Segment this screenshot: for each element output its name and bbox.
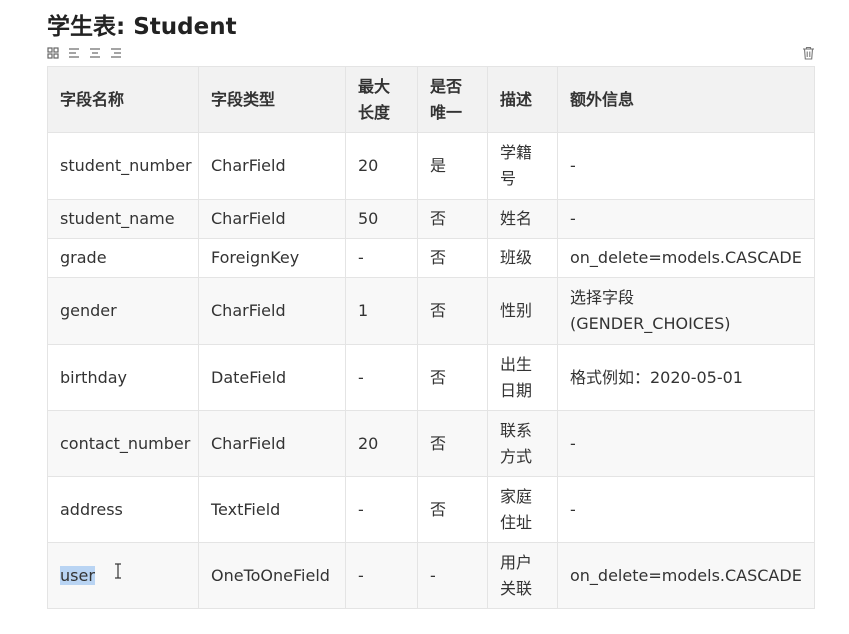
table-row: contact_number CharField 20 否 联系方式 -: [47, 410, 815, 477]
cell-field-name: contact_number: [47, 410, 199, 477]
cell-field-type: CharField: [198, 199, 346, 239]
cell-extra-info: -: [557, 199, 815, 239]
grid-icon[interactable]: [47, 47, 59, 59]
header-description: 描述: [487, 66, 558, 133]
cell-extra-info: 选择字段(GENDER_CHOICES): [557, 277, 815, 345]
cell-extra-info: -: [557, 476, 815, 543]
cell-unique: -: [417, 542, 488, 609]
student-table: 字段名称 字段类型 最大长度 是否唯一 描述 额外信息 student_numb…: [47, 66, 815, 609]
header-field-name: 字段名称: [47, 66, 199, 133]
cell-unique: 否: [417, 277, 488, 345]
cell-max-length: -: [345, 476, 418, 543]
cell-max-length: 20: [345, 410, 418, 477]
trash-icon[interactable]: [802, 45, 815, 64]
cell-field-name: student_name: [47, 199, 199, 239]
page-title: 学生表: Student: [47, 14, 237, 40]
table-row: student_name CharField 50 否 姓名 -: [47, 199, 815, 239]
cell-field-type: TextField: [198, 476, 346, 543]
cell-field-type: OneToOneField: [198, 542, 346, 609]
header-max-length: 最大长度: [345, 66, 418, 133]
cell-unique: 否: [417, 344, 488, 411]
cell-extra-info: -: [557, 410, 815, 477]
table-row: user OneToOneField - - 用户关联 on_delete=mo…: [47, 542, 815, 609]
cell-unique: 否: [417, 199, 488, 239]
cell-description: 班级: [487, 238, 558, 278]
cell-extra-info: on_delete=models.CASCADE: [557, 542, 815, 609]
header-unique: 是否唯一: [417, 66, 488, 133]
cell-field-type: CharField: [198, 410, 346, 477]
cell-unique: 是: [417, 132, 488, 200]
cell-description: 联系方式: [487, 410, 558, 477]
cell-max-length: -: [345, 344, 418, 411]
header-field-type: 字段类型: [198, 66, 346, 133]
table-row: birthday DateField - 否 出生日期 格式例如：2020-05…: [47, 344, 815, 411]
cell-field-type: CharField: [198, 132, 346, 200]
cell-max-length: 50: [345, 199, 418, 239]
header-extra-info: 额外信息: [557, 66, 815, 133]
table-row: grade ForeignKey - 否 班级 on_delete=models…: [47, 238, 815, 278]
align-left-icon[interactable]: [68, 47, 80, 59]
cell-max-length: 1: [345, 277, 418, 345]
cell-field-type: ForeignKey: [198, 238, 346, 278]
cell-field-name: birthday: [47, 344, 199, 411]
cell-extra-info: -: [557, 132, 815, 200]
cell-field-name: address: [47, 476, 199, 543]
cell-description: 用户关联: [487, 542, 558, 609]
align-center-icon[interactable]: [89, 47, 101, 59]
cell-extra-info: on_delete=models.CASCADE: [557, 238, 815, 278]
cell-unique: 否: [417, 476, 488, 543]
text-cursor-icon: [113, 563, 123, 583]
cell-field-type: DateField: [198, 344, 346, 411]
cell-max-length: 20: [345, 132, 418, 200]
cell-field-name[interactable]: user: [47, 542, 199, 609]
cell-field-type: CharField: [198, 277, 346, 345]
table-row: address TextField - 否 家庭住址 -: [47, 476, 815, 543]
table-header-row: 字段名称 字段类型 最大长度 是否唯一 描述 额外信息: [47, 66, 815, 133]
cell-unique: 否: [417, 238, 488, 278]
table-row: gender CharField 1 否 性别 选择字段(GENDER_CHOI…: [47, 277, 815, 345]
table-toolbar: [47, 45, 122, 61]
cell-unique: 否: [417, 410, 488, 477]
cell-description: 学籍号: [487, 132, 558, 200]
cell-max-length: -: [345, 542, 418, 609]
cell-extra-info: 格式例如：2020-05-01: [557, 344, 815, 411]
cell-field-name: gender: [47, 277, 199, 345]
cell-field-name: grade: [47, 238, 199, 278]
cell-field-name: student_number: [47, 132, 199, 200]
selected-text[interactable]: user: [60, 565, 95, 585]
cell-max-length: -: [345, 238, 418, 278]
table-row: student_number CharField 20 是 学籍号 -: [47, 132, 815, 200]
cell-description: 家庭住址: [487, 476, 558, 543]
cell-description: 性别: [487, 277, 558, 345]
cell-description: 出生日期: [487, 344, 558, 411]
cell-description: 姓名: [487, 199, 558, 239]
align-right-icon[interactable]: [110, 47, 122, 59]
